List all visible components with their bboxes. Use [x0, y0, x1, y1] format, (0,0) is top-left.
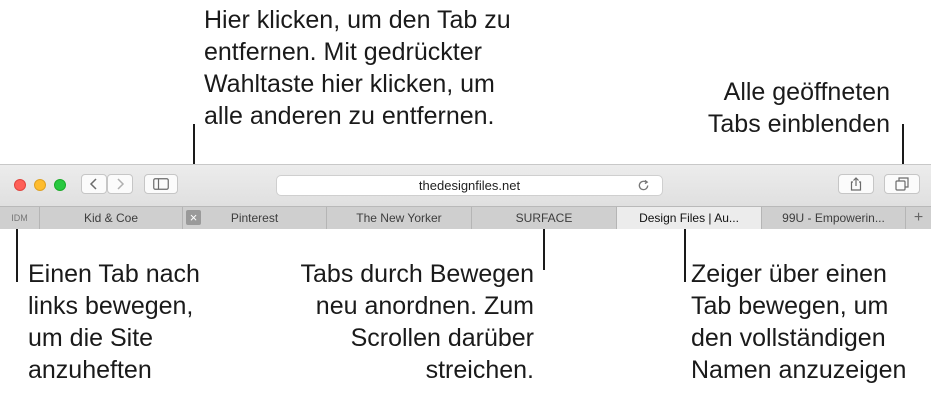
- share-button[interactable]: [838, 174, 874, 194]
- callout-pin-tab: Einen Tab nach links bewegen, um die Sit…: [28, 258, 200, 386]
- callout-line: Hier klicken, um den Tab zu: [204, 6, 511, 34]
- callout-line: den vollständigen: [691, 324, 886, 352]
- address-text: thedesignfiles.net: [418, 178, 521, 193]
- leader-line-hover-name: [684, 228, 686, 282]
- tab-label: The New Yorker: [356, 211, 442, 225]
- callout-close-tab: Hier klicken, um den Tab zu entfernen. M…: [204, 4, 511, 132]
- callout-hover-name: Zeiger über einen Tab bewegen, um den vo…: [691, 258, 906, 386]
- tab-active[interactable]: Design Files | Au...: [617, 207, 762, 229]
- callout-line: Tabs durch Bewegen: [300, 260, 534, 288]
- sidebar-button[interactable]: [144, 174, 178, 194]
- chevron-right-icon: [117, 178, 125, 190]
- leader-line-rearrange: [543, 228, 545, 270]
- callout-line: Alle geöffneten: [723, 78, 890, 106]
- chevron-left-icon: [89, 178, 97, 190]
- tab-bar: IDM Kid & Coe × Pinterest The New Yorker…: [0, 206, 931, 229]
- tab-label: 99U - Empowerin...: [782, 211, 885, 225]
- pinned-tab-label: IDM: [11, 213, 28, 223]
- minimize-window-button[interactable]: [34, 179, 46, 191]
- reload-icon[interactable]: [637, 179, 650, 192]
- tab[interactable]: 99U - Empowerin...: [762, 207, 906, 229]
- share-icon: [850, 177, 862, 191]
- callout-line: Zeiger über einen: [691, 260, 887, 288]
- callout-line: Namen anzuzeigen: [691, 356, 907, 384]
- plus-icon: +: [913, 209, 924, 226]
- tab-label: Kid & Coe: [83, 211, 139, 225]
- tab-label: Design Files | Au...: [639, 211, 739, 225]
- address-bar[interactable]: thedesignfiles.net: [276, 175, 663, 196]
- callout-show-all-tabs: Alle geöffneten Tabs einblenden: [672, 76, 890, 140]
- callout-line: Einen Tab nach: [28, 260, 200, 288]
- callout-line: streichen.: [425, 356, 534, 384]
- close-window-button[interactable]: [14, 179, 26, 191]
- sidebar-icon: [153, 178, 169, 190]
- close-tab-icon[interactable]: ×: [186, 210, 201, 225]
- forward-button[interactable]: [107, 174, 133, 194]
- tab[interactable]: Kid & Coe: [40, 207, 183, 229]
- callout-line: Wahltaste hier klicken, um: [204, 70, 495, 98]
- zoom-window-button[interactable]: [54, 179, 66, 191]
- callout-rearrange: Tabs durch Bewegen neu anordnen. Zum Scr…: [254, 258, 534, 386]
- callout-line: anzuheften: [28, 356, 152, 384]
- callout-line: entfernen. Mit gedrückter: [204, 38, 482, 66]
- callout-line: Tabs einblenden: [707, 110, 890, 138]
- browser-window: thedesignfiles.net IDM Kid & Coe × Pinte…: [0, 164, 931, 229]
- tab-label: SURFACE: [515, 211, 573, 225]
- leader-line-pin-tab: [16, 228, 18, 282]
- tab[interactable]: × Pinterest: [183, 207, 327, 229]
- toolbar: thedesignfiles.net: [0, 165, 931, 206]
- pinned-tab[interactable]: IDM: [0, 207, 40, 229]
- callout-line: links bewegen,: [28, 292, 194, 320]
- back-button[interactable]: [81, 174, 107, 194]
- tab[interactable]: SURFACE: [472, 207, 617, 229]
- tab-label: Pinterest: [230, 211, 279, 225]
- callout-line: Scrollen darüber: [350, 324, 534, 352]
- new-tab-button[interactable]: +: [906, 207, 931, 229]
- tab[interactable]: The New Yorker: [327, 207, 472, 229]
- tab-overview-icon: [895, 177, 909, 191]
- callout-line: neu anordnen. Zum: [315, 292, 534, 320]
- callout-line: um die Site: [28, 324, 154, 352]
- callout-line: Tab bewegen, um: [691, 292, 889, 320]
- leader-line-show-all-tabs: [902, 124, 904, 166]
- show-all-tabs-button[interactable]: [884, 174, 920, 194]
- callout-line: alle anderen zu entfernen.: [204, 102, 495, 130]
